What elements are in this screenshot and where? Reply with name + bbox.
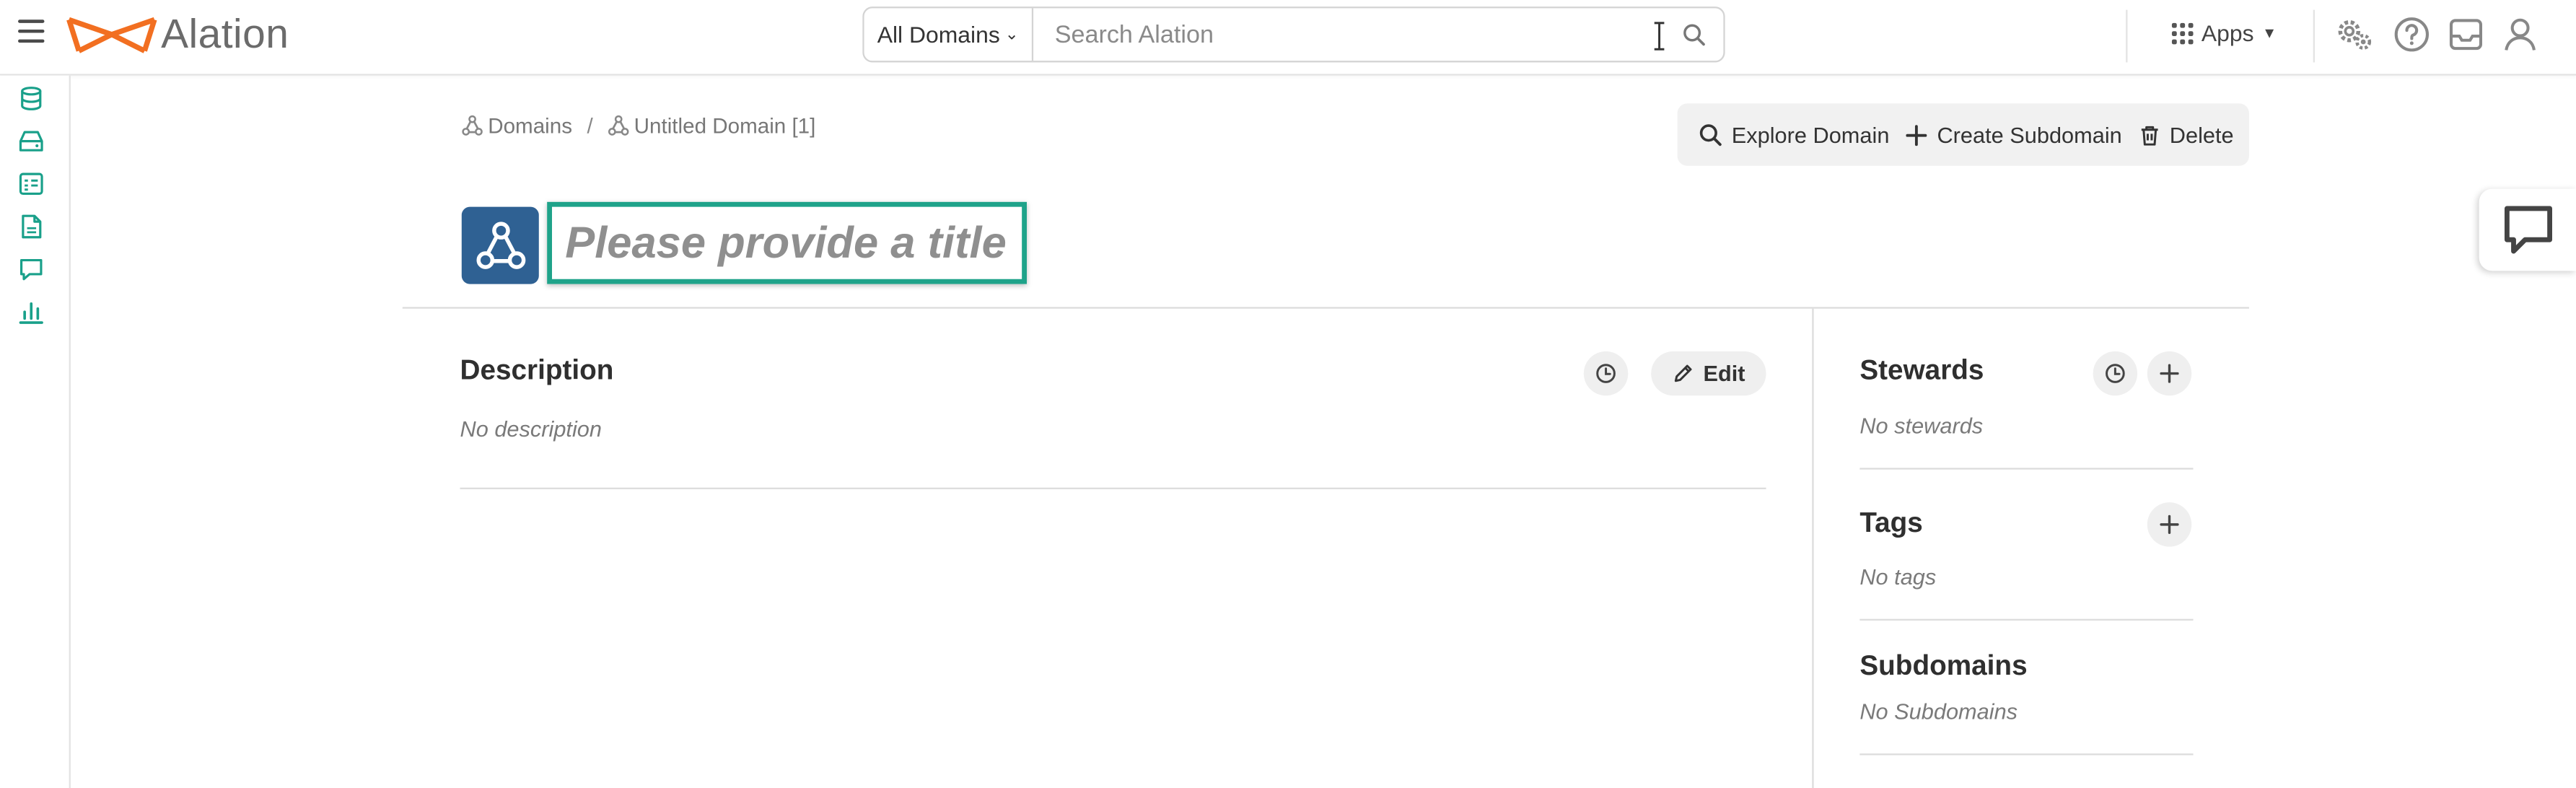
domain-title-editor bbox=[547, 201, 1027, 284]
create-subdomain-label: Create Subdomain bbox=[1937, 122, 2122, 147]
global-search-bar: All Domains ⌄ bbox=[862, 6, 1725, 63]
subdomains-empty-text: No Subdomains bbox=[1859, 699, 2018, 724]
inbox-icon[interactable] bbox=[2446, 14, 2486, 54]
delete-label: Delete bbox=[2169, 122, 2234, 147]
edit-label: Edit bbox=[1703, 361, 1745, 386]
database-icon[interactable] bbox=[18, 85, 44, 111]
divider bbox=[2126, 9, 2128, 63]
subdomains-divider bbox=[1859, 753, 2194, 756]
stewards-divider bbox=[1859, 468, 2194, 470]
caret-down-icon: ▼ bbox=[2261, 25, 2277, 41]
pencil-icon bbox=[1674, 364, 1691, 382]
conversation-icon[interactable] bbox=[18, 256, 44, 282]
description-history-button[interactable] bbox=[1583, 351, 1629, 396]
domain-filter-dropdown[interactable]: All Domains ⌄ bbox=[864, 8, 1034, 61]
left-icon-rail bbox=[0, 75, 71, 788]
chevron-down-icon: ⌄ bbox=[1004, 25, 1019, 44]
document-icon[interactable] bbox=[18, 214, 44, 240]
description-empty-text: No description bbox=[460, 416, 602, 442]
apps-grid-icon bbox=[2171, 22, 2194, 44]
history-clock-icon bbox=[2106, 364, 2125, 383]
explore-domain-label: Explore Domain bbox=[1731, 122, 1890, 147]
domain-filter-label: All Domains bbox=[877, 21, 1000, 48]
subdomains-heading: Subdomains bbox=[1859, 649, 2028, 682]
alation-logo[interactable]: Alation bbox=[66, 10, 289, 59]
plus-icon bbox=[2160, 364, 2179, 383]
apps-menu[interactable]: Apps ▼ bbox=[2171, 19, 2277, 46]
page: Alation All Domains ⌄ Apps ▼ bbox=[0, 0, 2576, 788]
breadcrumb-label: Untitled Domain [1] bbox=[634, 113, 816, 139]
analytics-icon[interactable] bbox=[18, 299, 44, 325]
trash-icon bbox=[2140, 125, 2157, 145]
column-divider bbox=[1812, 308, 1814, 788]
description-divider bbox=[460, 487, 1766, 489]
hamburger-menu-icon[interactable] bbox=[18, 19, 45, 45]
catalog-list-icon[interactable] bbox=[18, 171, 44, 197]
help-icon[interactable] bbox=[2392, 14, 2432, 54]
search-icon bbox=[1699, 124, 1722, 146]
divider bbox=[2313, 9, 2316, 63]
chat-bubble-icon bbox=[2503, 206, 2551, 254]
chat-support-tab[interactable] bbox=[2479, 188, 2576, 271]
plus-icon bbox=[1906, 124, 1927, 145]
alation-logo-mark-icon bbox=[66, 17, 157, 53]
history-clock-icon bbox=[1596, 364, 1616, 383]
delete-button[interactable]: Delete bbox=[2139, 122, 2234, 147]
breadcrumb-label: Domains bbox=[488, 113, 573, 139]
breadcrumb-item-current-domain[interactable]: Untitled Domain [1] bbox=[608, 113, 815, 138]
stewards-history-button[interactable] bbox=[2093, 351, 2138, 396]
storage-icon[interactable] bbox=[18, 128, 44, 154]
tags-divider bbox=[1859, 618, 2194, 621]
domain-icon bbox=[462, 115, 483, 136]
add-steward-button[interactable] bbox=[2147, 351, 2192, 396]
stewards-empty-text: No stewards bbox=[1859, 413, 1984, 439]
apps-label: Apps bbox=[2201, 19, 2254, 46]
text-cursor-icon bbox=[1654, 22, 1665, 51]
description-heading: Description bbox=[460, 354, 614, 386]
breadcrumb-item-domains[interactable]: Domains bbox=[462, 113, 572, 138]
create-subdomain-button[interactable]: Create Subdomain bbox=[1906, 122, 2122, 147]
domain-type-icon bbox=[461, 206, 539, 284]
settings-gears-icon[interactable] bbox=[2334, 14, 2374, 54]
header-divider bbox=[402, 307, 2249, 309]
user-icon[interactable] bbox=[2500, 14, 2540, 54]
domain-icon bbox=[608, 115, 629, 136]
edit-description-button[interactable]: Edit bbox=[1651, 351, 1766, 396]
domain-title-input[interactable] bbox=[565, 206, 1022, 279]
search-input[interactable] bbox=[1033, 6, 1665, 63]
breadcrumb: Domains / Untitled Domain [1] bbox=[462, 113, 815, 139]
logo-text: Alation bbox=[161, 10, 289, 57]
tags-empty-text: No tags bbox=[1859, 564, 1937, 590]
stewards-heading: Stewards bbox=[1859, 354, 1984, 386]
top-navigation-bar: Alation All Domains ⌄ Apps ▼ bbox=[0, 0, 2576, 76]
explore-domain-button[interactable]: Explore Domain bbox=[1699, 122, 1890, 147]
plus-icon bbox=[2160, 515, 2179, 534]
search-icon[interactable] bbox=[1664, 8, 1723, 61]
tags-heading: Tags bbox=[1859, 507, 1923, 539]
domain-action-bar: Explore Domain Create Subdomain Delete bbox=[1677, 103, 2249, 166]
breadcrumb-separator: / bbox=[587, 113, 593, 139]
add-tag-button[interactable] bbox=[2147, 502, 2192, 547]
